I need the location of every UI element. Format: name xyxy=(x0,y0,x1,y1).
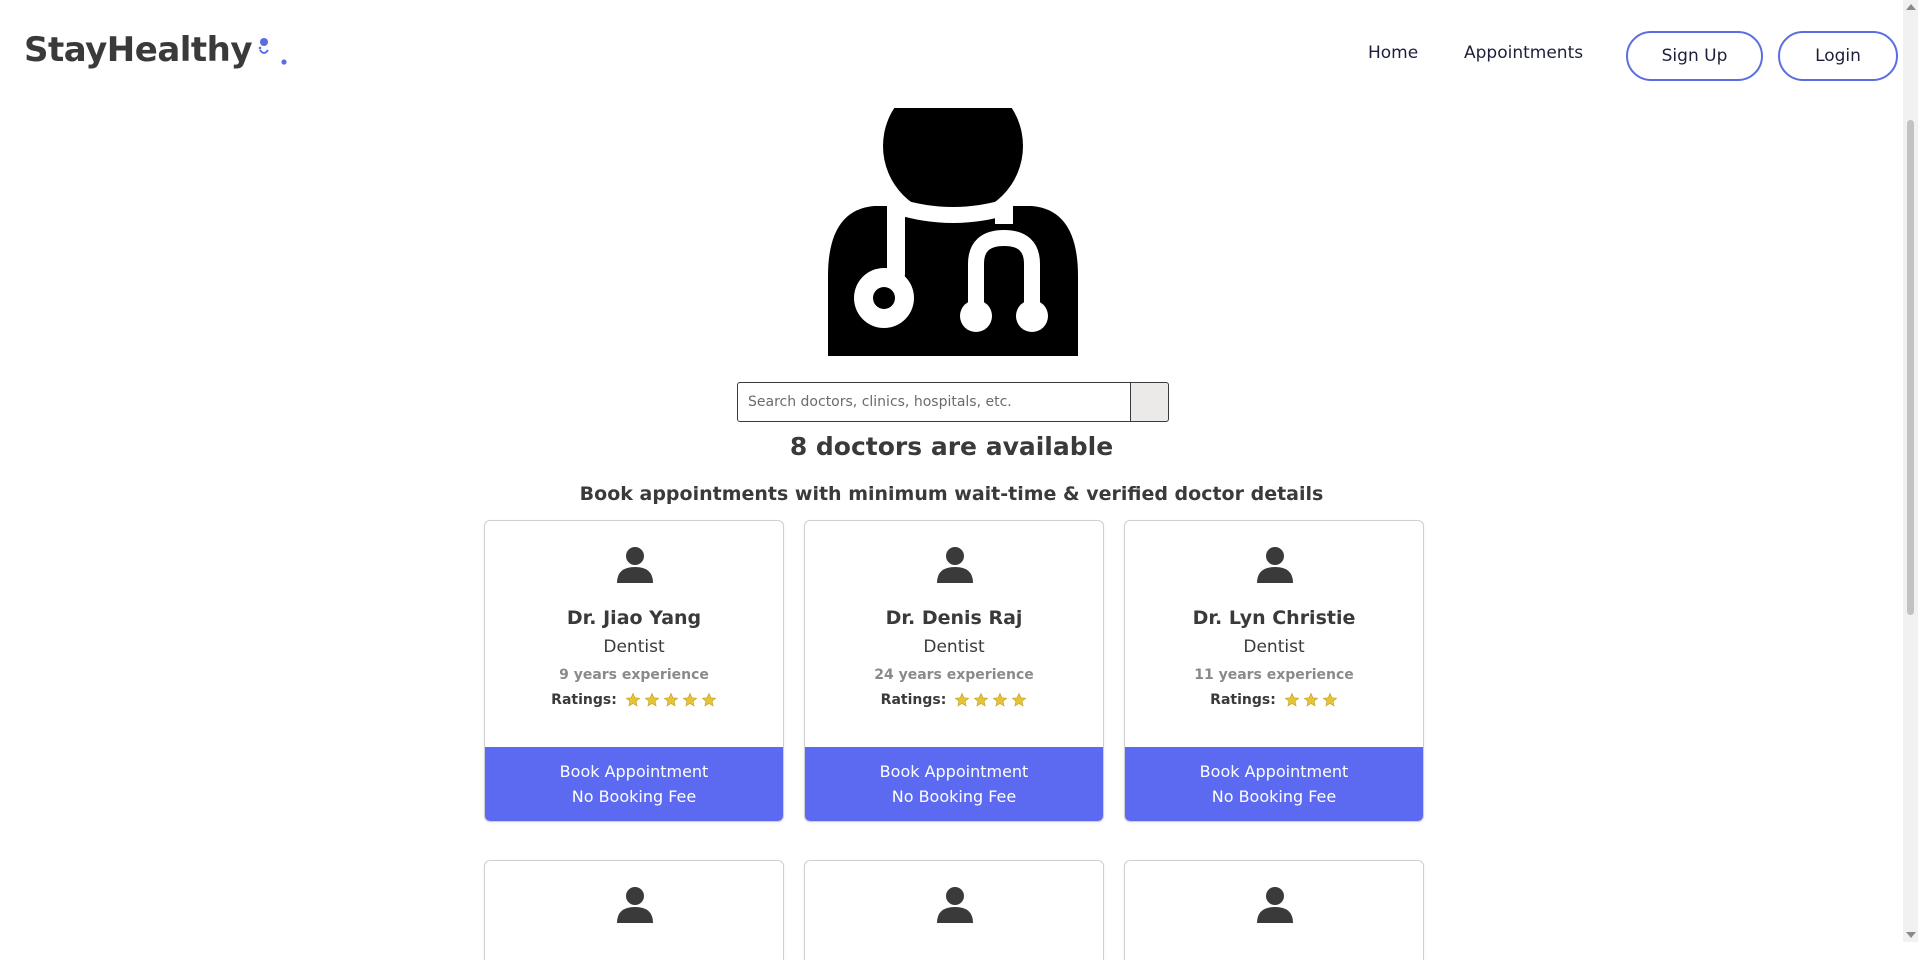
star-icon xyxy=(1322,692,1338,707)
star-icon xyxy=(1284,692,1300,707)
book-appointment-label: Book Appointment xyxy=(879,762,1029,781)
scroll-up-arrow-icon[interactable] xyxy=(1906,4,1916,10)
doctor-card: Dr. Lyn Christie Dentist 11 years experi… xyxy=(1124,520,1424,822)
rating-stars xyxy=(625,692,717,708)
doctor-rating: Ratings: xyxy=(485,692,783,708)
vertical-scrollbar[interactable] xyxy=(1903,0,1918,942)
doctor-card: Dr. Denis Raj Dentist 24 years experienc… xyxy=(804,520,1104,822)
book-appointment-button[interactable]: Book Appointment No Booking Fee xyxy=(1125,747,1423,821)
rating-stars xyxy=(954,692,1027,708)
user-avatar-icon xyxy=(617,547,653,583)
doctor-name: Dr. Lyn Christie xyxy=(1192,607,1356,629)
no-booking-fee-label: No Booking Fee xyxy=(1211,787,1337,806)
doctor-specialty: Dentist xyxy=(603,637,665,657)
search-bar xyxy=(737,382,1169,422)
star-icon xyxy=(1012,692,1027,707)
brand-name: StayHealthy xyxy=(24,30,253,70)
user-avatar-icon xyxy=(937,547,973,583)
user-avatar-icon xyxy=(1257,547,1293,583)
rating-stars xyxy=(1284,692,1338,708)
user-avatar-icon xyxy=(617,887,653,923)
doctor-name: Dr. Denis Raj xyxy=(885,607,1023,629)
doctor-card: Dr. Jiao Yang Dentist 9 years experience… xyxy=(484,520,784,822)
login-button[interactable]: Login xyxy=(1778,31,1898,81)
doctor-card xyxy=(804,860,1104,960)
doctor-rating: Ratings: xyxy=(1125,692,1423,708)
nav-link-appointments[interactable]: Appointments xyxy=(1464,43,1583,63)
nav-link-home[interactable]: Home xyxy=(1368,43,1418,63)
navbar: StayHealthy Home Appointments Sign Up Lo… xyxy=(0,0,1903,106)
search-button[interactable] xyxy=(1131,382,1169,422)
search-input[interactable] xyxy=(737,382,1131,422)
doctor-specialty: Dentist xyxy=(923,637,985,657)
book-appointment-button[interactable]: Book Appointment No Booking Fee xyxy=(805,747,1103,821)
doctors-available-heading: 8 doctors are available xyxy=(789,432,1114,461)
doctor-experience: 24 years experience xyxy=(874,667,1034,683)
doctor-stethoscope-icon xyxy=(826,76,1080,358)
star-icon xyxy=(701,692,717,707)
star-icon xyxy=(1303,692,1319,707)
star-icon xyxy=(955,692,970,707)
booking-subheading: Book appointments with minimum wait-time… xyxy=(579,483,1324,505)
ratings-label: Ratings: xyxy=(1210,692,1276,708)
doctor-specialty: Dentist xyxy=(1243,637,1305,657)
star-icon xyxy=(663,692,679,707)
user-avatar-icon xyxy=(937,887,973,923)
book-appointment-label: Book Appointment xyxy=(1199,762,1349,781)
user-avatar-icon xyxy=(1257,887,1293,923)
star-icon xyxy=(993,692,1008,707)
doctor-card xyxy=(484,860,784,960)
doctor-mini-icon xyxy=(256,30,290,70)
star-icon xyxy=(974,692,989,707)
scrollbar-thumb[interactable] xyxy=(1907,120,1914,615)
book-appointment-button[interactable]: Book Appointment No Booking Fee xyxy=(485,747,783,821)
ratings-label: Ratings: xyxy=(551,692,617,708)
doctor-experience: 11 years experience xyxy=(1194,667,1354,683)
star-icon xyxy=(644,692,660,707)
doctor-experience: 9 years experience xyxy=(559,667,709,683)
ratings-label: Ratings: xyxy=(880,692,947,708)
no-booking-fee-label: No Booking Fee xyxy=(571,787,697,806)
book-appointment-label: Book Appointment xyxy=(559,762,709,781)
star-icon xyxy=(682,692,698,707)
doctor-card xyxy=(1124,860,1424,960)
brand-logo[interactable]: StayHealthy xyxy=(24,30,290,70)
doctor-rating: Ratings: xyxy=(805,692,1103,708)
signup-button[interactable]: Sign Up xyxy=(1626,31,1763,81)
doctor-name: Dr. Jiao Yang xyxy=(566,607,702,629)
star-icon xyxy=(625,692,641,707)
no-booking-fee-label: No Booking Fee xyxy=(891,787,1017,806)
scroll-down-arrow-icon[interactable] xyxy=(1906,932,1916,938)
